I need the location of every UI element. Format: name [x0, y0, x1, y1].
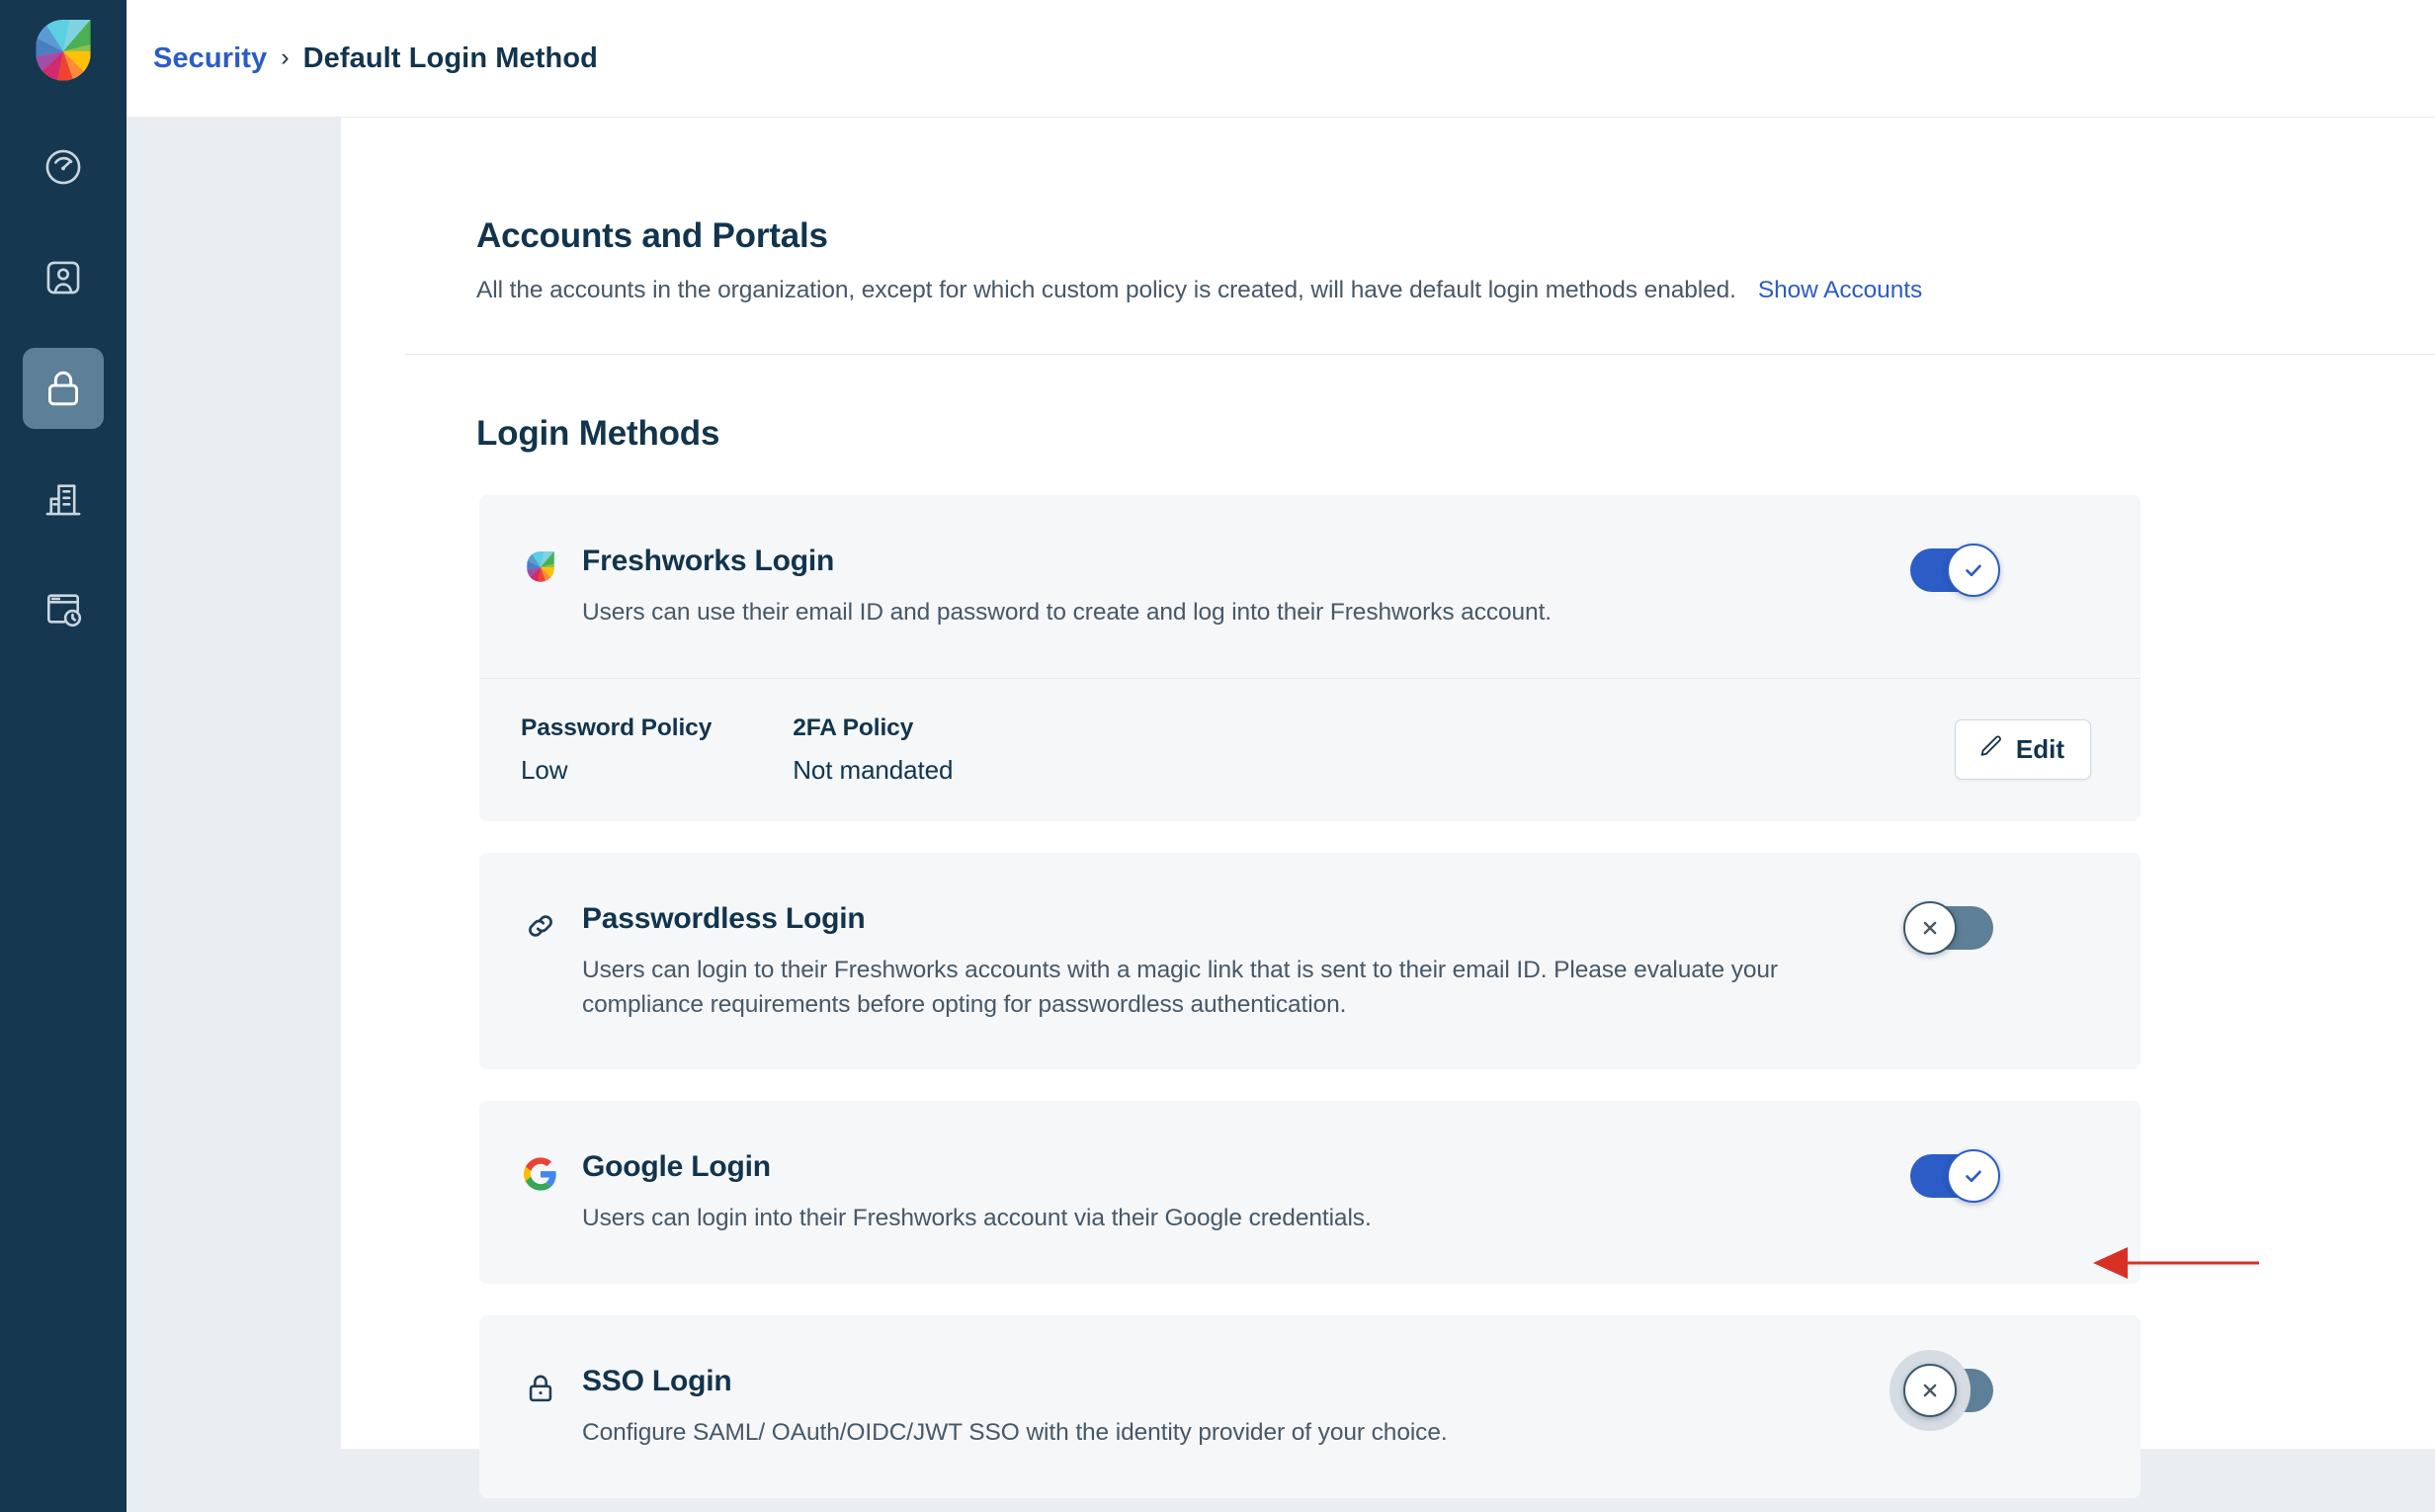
cross-icon [1923, 921, 1937, 935]
login-method-row: SSO Login Configure SAML/ OAuth/OIDC/JWT… [479, 1315, 2141, 1498]
sidebar-nav [23, 126, 104, 650]
pencil-icon [1977, 733, 2003, 766]
password-policy-row: Password Policy Low 2FA Policy Not manda… [479, 677, 2141, 821]
edit-policy-button[interactable]: Edit [1954, 719, 2091, 781]
passwordless-login-toggle[interactable] [1903, 900, 1993, 955]
user-profile-icon [42, 257, 84, 298]
dashboard-gauge-icon [42, 146, 84, 188]
chevron-right-icon: › [281, 42, 290, 71]
login-method-text: Passwordless Login Users can login to th… [582, 902, 1887, 1023]
login-method-name: Passwordless Login [582, 901, 866, 935]
link-chain-icon [521, 906, 560, 946]
login-methods-heading: Login Methods [476, 414, 720, 453]
toggle-container [1903, 900, 1993, 955]
password-policy-label: Password Policy [521, 714, 713, 741]
sidebar-item-users[interactable] [23, 237, 104, 318]
login-method-row: Freshworks Login Users can use their ema… [479, 495, 2141, 678]
login-method-text: Google Login Users can login into their … [582, 1150, 1887, 1236]
login-method-name: Freshworks Login [582, 545, 835, 577]
browser-clock-icon [42, 589, 84, 630]
toggle-knob [1903, 900, 1957, 955]
section-divider [405, 354, 2435, 355]
toggle-container [1910, 544, 2000, 597]
toggle-container [1889, 1350, 1993, 1432]
google-login-toggle[interactable] [1910, 1149, 2000, 1204]
login-method-text: SSO Login Configure SAML/ OAuth/OIDC/JWT… [582, 1365, 1887, 1451]
twofa-policy-label: 2FA Policy [793, 714, 914, 741]
page-title: Default Login Method [302, 42, 598, 74]
sidebar-item-dashboard[interactable] [23, 126, 104, 208]
content-card: Accounts and Portals All the accounts in… [341, 118, 2435, 1498]
cross-icon [1923, 1384, 1937, 1397]
sidebar-item-security[interactable] [23, 348, 104, 429]
login-method-description: Users can use their email ID and passwor… [582, 599, 1553, 626]
toggle-container [1910, 1149, 2000, 1204]
accounts-description-text: All the accounts in the organization, ex… [476, 277, 1736, 303]
login-method-description: Configure SAML/ OAuth/OIDC/JWT SSO with … [582, 1419, 1448, 1447]
google-g-icon [521, 1154, 560, 1194]
padlock-icon [521, 1369, 560, 1408]
login-method-row: Google Login Users can login into their … [479, 1101, 2141, 1284]
toggle-knob [1947, 1149, 2000, 1204]
login-method-card-freshworks: Freshworks Login Users can use their ema… [479, 495, 2141, 821]
freshworks-logo-icon [521, 548, 560, 588]
login-method-row: Passwordless Login Users can login to th… [479, 853, 2141, 1070]
login-method-description: Users can login to their Freshworks acco… [582, 956, 1778, 1018]
show-accounts-link[interactable]: Show Accounts [1758, 277, 1922, 303]
login-method-card-google: Google Login Users can login into their … [479, 1101, 2141, 1285]
lock-icon [42, 367, 85, 410]
breadcrumb-header: Security › Default Login Method [126, 0, 2435, 118]
check-icon [1966, 1170, 1981, 1183]
sidebar-rail [0, 0, 126, 1512]
login-methods-list: Freshworks Login Users can use their ema… [479, 495, 2141, 1498]
toggle-knob [1947, 544, 2000, 597]
breadcrumb-security-link[interactable]: Security [153, 42, 267, 75]
toggle-knob [1903, 1364, 1957, 1418]
login-method-name: Google Login [582, 1150, 771, 1184]
freshworks-logo-icon [28, 18, 99, 89]
login-method-name: SSO Login [582, 1365, 732, 1398]
twofa-policy-group: 2FA Policy Not mandated [793, 714, 953, 786]
app-root: Security › Default Login Method Accounts… [0, 0, 2435, 1512]
accounts-section-description: All the accounts in the organization, ex… [476, 277, 2435, 304]
login-method-card-passwordless: Passwordless Login Users can login to th… [479, 852, 2141, 1070]
accounts-and-portals-section: Accounts and Portals All the accounts in… [341, 118, 2435, 304]
password-policy-value: Low [521, 754, 568, 785]
login-method-description: Users can login into their Freshworks ac… [582, 1205, 1372, 1232]
edit-button-label: Edit [2015, 734, 2064, 765]
accounts-section-title: Accounts and Portals [476, 216, 828, 255]
password-policy-group: Password Policy Low [521, 714, 712, 786]
sso-login-toggle[interactable] [1889, 1350, 1993, 1432]
freshworks-login-toggle[interactable] [1910, 544, 2000, 597]
building-icon [42, 478, 84, 520]
twofa-policy-value: Not mandated [793, 754, 954, 785]
sidebar-item-organization[interactable] [23, 459, 104, 540]
sidebar-item-audit-logs[interactable] [23, 569, 104, 650]
login-method-card-sso: SSO Login Configure SAML/ OAuth/OIDC/JWT… [479, 1315, 2141, 1498]
check-icon [1966, 564, 1981, 577]
login-method-text: Freshworks Login Users can use their ema… [582, 545, 1887, 630]
